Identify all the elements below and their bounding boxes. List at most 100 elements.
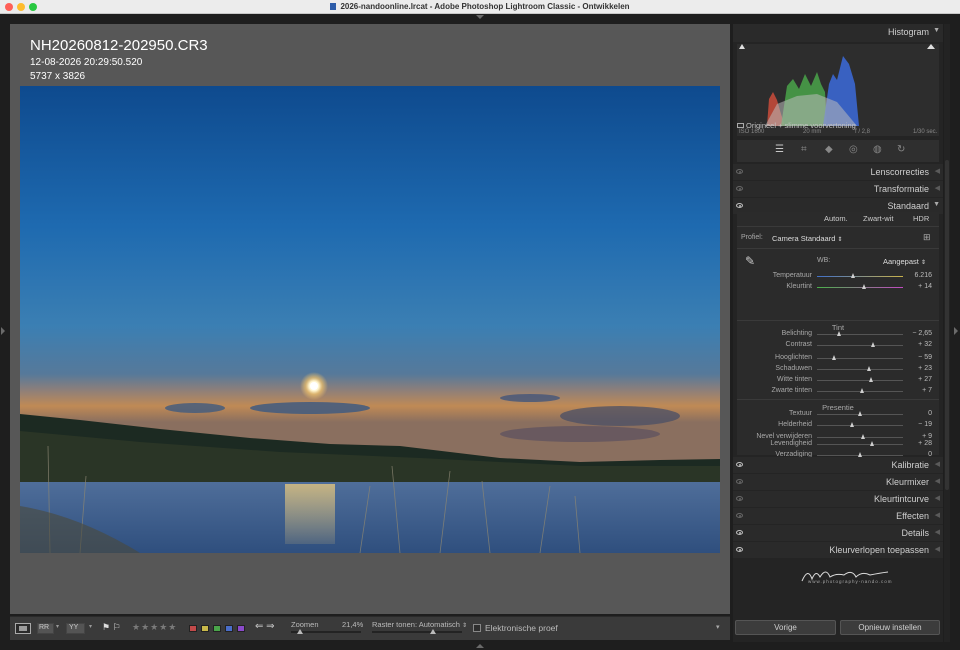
toolbar: RR ▾ YY ▾ ⚑ ⚐ ★★★★★ ⇐ ⇒ Zoomen 21,4% Ras… [10,616,730,640]
slider-value-levendigheid[interactable]: + 28 [902,440,932,447]
reset-button[interactable]: Opnieuw instellen [840,620,940,635]
color-label-green[interactable] [213,625,221,632]
photo-image[interactable] [20,86,720,553]
eye-icon[interactable] [736,186,743,191]
panel-kleurtintcurve[interactable]: Kleurtintcurve ◀ [733,491,943,507]
toolbar-menu-icon[interactable]: ▾ [716,623,720,631]
develop-right-panel: Histogram ▼ ISO 1600 20 mm f / 2,8 1/30 … [733,24,943,642]
slider-thumb-levendigheid[interactable] [869,441,874,446]
raster-slider-thumb[interactable] [430,629,436,634]
slider-thumb-hooglichten[interactable] [831,355,836,360]
slider-thumb-helderheid[interactable] [849,422,854,427]
slider-value-kleurtint[interactable]: + 14 [902,283,932,290]
swap-icon: YY [69,624,79,631]
slider-thumb-kleurtint[interactable] [861,284,866,289]
color-label-purple[interactable] [237,625,245,632]
eye-icon[interactable] [736,513,743,518]
right-panel-toggle-icon[interactable] [954,327,958,335]
healing-icon[interactable]: ◆ [825,144,833,155]
eye-icon[interactable] [736,479,743,484]
bw-button[interactable]: Zwart-wit [863,214,893,223]
flag-icons[interactable]: ⚑ ⚐ [102,622,124,633]
slider-track-contrast[interactable] [817,345,903,346]
top-panel-toggle-icon[interactable] [476,15,484,19]
slider-thumb-nevel-verwijderen[interactable] [860,434,865,439]
left-panel-toggle-icon[interactable] [1,327,5,335]
slider-track-temperatuur[interactable] [817,276,903,277]
panel-effecten[interactable]: Effecten ◀ [733,508,943,524]
basic-panel: Autom. Zwart-wit HDR Profiel: Camera Sta… [737,212,939,458]
tint-header: Tint [831,323,845,332]
eye-icon[interactable] [736,203,743,208]
eye-icon[interactable] [736,496,743,501]
previous-button[interactable]: Vorige [735,620,836,635]
filmstrip-toggle-icon[interactable] [476,644,484,648]
eye-icon[interactable] [736,547,743,552]
panel-transformatie[interactable]: Transformatie ◀ [733,181,943,197]
slider-track-belichting[interactable] [817,334,903,335]
slider-track-schaduwen[interactable] [817,369,903,370]
profile-browser-icon[interactable]: ⊞ [923,232,931,243]
slider-thumb-contrast[interactable] [871,342,876,347]
slider-track-hooglichten[interactable] [817,358,903,359]
panel-lenscorrecties[interactable]: Lenscorrecties ◀ [733,164,943,180]
swap-before-after-button[interactable]: YY [66,623,85,634]
hdr-button[interactable]: HDR [913,214,929,223]
info-datetime: 12-08-2026 20:29:50.520 [30,57,143,68]
eye-icon[interactable] [736,462,743,467]
chevron-left-icon: ◀ [934,546,940,553]
slider-value-hooglichten[interactable]: − 59 [902,354,932,361]
slider-thumb-schaduwen[interactable] [866,366,871,371]
zoom-slider-thumb[interactable] [297,629,303,634]
color-label-yellow[interactable] [201,625,209,632]
histogram-header[interactable]: Histogram ▼ [733,24,943,42]
original-preview-label: Origineel + slimme voorvertoning [737,121,856,130]
masking-icon[interactable]: ◍ [873,144,882,155]
slider-thumb-witte-tinten[interactable] [868,377,873,382]
original-preview-text: Origineel + slimme voorvertoning [746,121,856,130]
color-label-red[interactable] [189,625,197,632]
presets-icon[interactable]: ↻ [897,144,905,155]
slider-value-witte-tinten[interactable]: + 27 [902,376,932,383]
auto-button[interactable]: Autom. [824,214,848,223]
eye-icon[interactable] [736,530,743,535]
redeye-icon[interactable]: ◎ [849,144,858,155]
slider-track-levendigheid[interactable] [817,444,903,445]
loupe-view-button[interactable] [15,623,31,634]
slider-value-schaduwen[interactable]: + 23 [902,365,932,372]
panel-details[interactable]: Details ◀ [733,525,943,541]
slider-track-kleurtint[interactable] [817,287,903,288]
raster-label[interactable]: Raster tonen: Automatisch ⇕ [372,620,467,629]
info-filename: NH20260812-202950.CR3 [30,37,208,54]
color-label-blue[interactable] [225,625,233,632]
panel-kalibratie[interactable]: Kalibratie ◀ [733,457,943,473]
slider-label-witte-tinten: Witte tinten [776,376,812,383]
wb-select[interactable]: Aangepast ⇕ [883,257,926,266]
prev-next-arrows-icon[interactable]: ⇐ ⇒ [255,621,285,632]
slider-value-nevel-verwijderen[interactable]: + 9 [902,433,932,440]
slider-track-helderheid[interactable] [817,425,903,426]
rating-stars[interactable]: ★★★★★ [132,622,182,633]
slider-thumb-zwarte-tinten[interactable] [860,388,865,393]
chevron-down-icon[interactable]: ▾ [56,623,59,630]
soft-proof-checkbox[interactable] [473,624,481,632]
chevron-down-icon[interactable]: ▾ [89,623,92,630]
raster-slider[interactable] [372,631,462,633]
slider-track-witte-tinten[interactable] [817,380,903,381]
slider-thumb-temperatuur[interactable] [850,273,855,278]
slider-value-zwarte-tinten[interactable]: + 7 [902,387,932,394]
panel-kleurverlopen[interactable]: Kleurverlopen toepassen ◀ [733,542,943,558]
panel-kleurmixer[interactable]: Kleurmixer ◀ [733,474,943,490]
crop-icon[interactable]: ⌗ [801,144,807,155]
document-icon [330,3,337,10]
before-after-button[interactable]: RR [37,623,54,634]
right-panel-scroll-thumb[interactable] [945,160,949,490]
wb-eyedropper-icon[interactable]: ✎ [745,254,755,268]
profile-select[interactable]: Camera Standaard ⇕ [772,234,843,243]
slider-value-contrast[interactable]: + 32 [902,341,932,348]
edit-sliders-icon[interactable]: ☰ [775,144,784,155]
chevron-down-icon: ▼ [933,201,940,208]
eye-icon[interactable] [736,169,743,174]
slider-value-temperatuur[interactable]: 6.216 [902,272,932,279]
slider-value-helderheid[interactable]: − 19 [902,421,932,428]
